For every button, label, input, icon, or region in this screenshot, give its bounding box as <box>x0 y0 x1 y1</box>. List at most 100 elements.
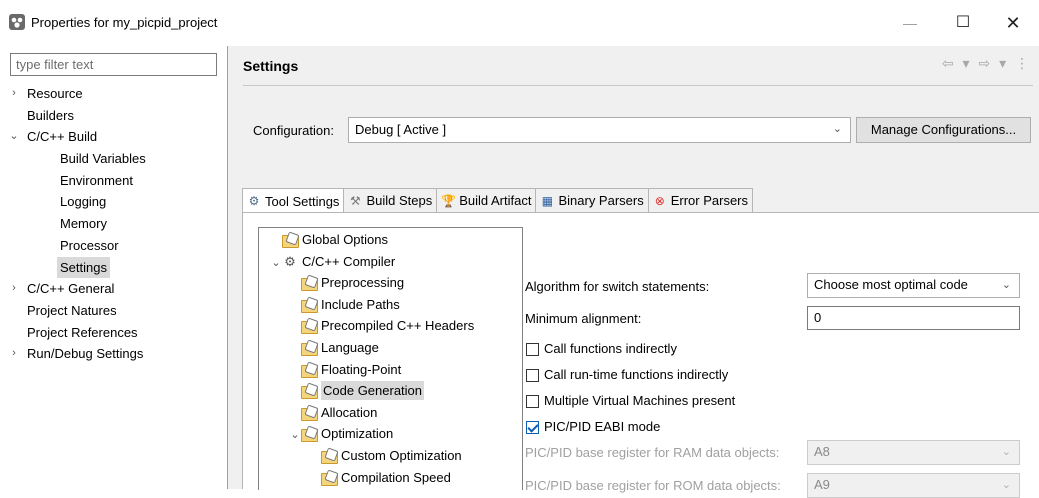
tool-tree-item[interactable]: Floating-Point <box>289 359 401 380</box>
checkbox[interactable] <box>526 395 539 408</box>
chevron-down-icon[interactable]: ⌄ <box>289 425 301 446</box>
minimum-alignment-field[interactable]: 0 <box>807 306 1020 330</box>
folder-icon <box>301 363 318 378</box>
tool-tree-label: Floating-Point <box>321 361 402 377</box>
tree-item-label: Environment <box>60 172 133 188</box>
tree-item[interactable]: › C/C++ General <box>0 278 227 300</box>
maximize-button[interactable]: ☐ <box>948 9 978 37</box>
error-icon: ⊗ <box>654 193 665 208</box>
tool-tree-item[interactable]: Precompiled C++ Headers <box>289 315 474 336</box>
chevron-right-icon[interactable]: › <box>8 278 20 299</box>
ram-register-value: A8 <box>814 444 830 459</box>
checkbox-label[interactable]: Call functions indirectly <box>544 341 677 356</box>
back-arrow-icon[interactable]: ⇦ <box>942 55 955 71</box>
tree-item[interactable]: Builders <box>0 105 227 127</box>
tool-tree-item[interactable]: Custom Optimization <box>309 445 462 466</box>
tree-item-label: Settings <box>57 256 110 278</box>
binary-icon: ▦ <box>541 193 554 208</box>
tree-item-label: Processor <box>60 237 119 253</box>
tree-item-label: Logging <box>60 194 107 210</box>
header-separator <box>243 85 1033 86</box>
filter-input[interactable] <box>10 53 217 76</box>
checkbox-label[interactable]: PIC/PID EABI mode <box>544 419 660 434</box>
tree-item[interactable]: Project References <box>0 322 227 344</box>
forward-arrow-icon[interactable]: ⇨ <box>978 55 991 71</box>
chevron-down-icon: ⌄ <box>1001 479 1011 491</box>
checkbox-label[interactable]: Multiple Virtual Machines present <box>544 393 735 408</box>
manage-configurations-button[interactable]: Manage Configurations... <box>856 117 1031 143</box>
tree-item[interactable]: Build Variables <box>0 148 227 170</box>
forward-dropdown-icon[interactable]: ▾ <box>999 55 1007 71</box>
tab-build-steps[interactable]: ⚒ Build Steps <box>343 188 438 212</box>
app-icon <box>9 14 25 30</box>
chevron-right-icon[interactable]: › <box>8 343 20 364</box>
tree-item-label: Run/Debug Settings <box>27 346 144 362</box>
checkbox[interactable] <box>526 369 539 382</box>
view-menu-icon[interactable]: ⋮ <box>1015 55 1030 71</box>
tool-tree-label: Language <box>321 340 379 355</box>
folder-icon <box>301 406 318 421</box>
switch-algorithm-select[interactable]: Choose most optimal code ⌄ <box>807 273 1020 298</box>
rom-register-select[interactable]: A9 ⌄ <box>807 473 1020 498</box>
tab-binary-parsers[interactable]: ▦ Binary Parsers <box>535 188 649 212</box>
tool-tree-label: Precompiled C++ Headers <box>321 318 475 334</box>
chevron-right-icon[interactable]: › <box>8 83 20 104</box>
checkbox-label[interactable]: Call run-time functions indirectly <box>544 367 728 382</box>
tool-tree-label: Global Options <box>302 232 388 247</box>
back-dropdown-icon[interactable]: ▾ <box>963 55 971 71</box>
tree-item[interactable]: Settings <box>0 256 227 279</box>
tree-item[interactable]: › Resource <box>0 83 227 105</box>
settings-header: Settings ⇦ ▾ ⇨ ▾ ⋮ <box>228 46 1039 84</box>
tab-label: Binary Parsers <box>558 193 644 208</box>
tool-tree-item[interactable]: Include Paths <box>289 294 400 315</box>
tool-tree-label: Optimization <box>321 426 394 442</box>
tool-tree-item[interactable]: ⌄ Optimization <box>289 423 393 444</box>
tool-tree-item[interactable]: Language <box>289 337 379 358</box>
tree-item-label: C/C++ Build <box>27 129 98 145</box>
tool-tree-item[interactable]: Allocation <box>289 402 377 423</box>
rom-register-label: PIC/PID base register for ROM data objec… <box>525 478 781 493</box>
tool-tree-item[interactable]: ⌄ ⚙ C/C++ Compiler <box>270 251 395 272</box>
chevron-down-icon: ⌄ <box>1001 446 1011 458</box>
tool-tree-label: Include Paths <box>321 296 400 312</box>
nav-icons: ⇦ ▾ ⇨ ▾ ⋮ <box>939 55 1030 72</box>
tool-tree-item[interactable]: Global Options <box>270 229 388 250</box>
tree-item-label: Resource <box>27 86 83 101</box>
property-tree: › Resource Builders ⌄ C/C++ Build Build Varia… <box>0 83 227 365</box>
tab-error-parsers[interactable]: ⊗ Error Parsers <box>647 188 754 212</box>
ram-register-select[interactable]: A8 ⌄ <box>807 440 1020 465</box>
tab-content: Global Options ⌄ ⚙ C/C++ Compiler Preprocess… <box>242 212 1039 498</box>
close-button[interactable]: ✕ <box>998 9 1028 37</box>
checkbox[interactable] <box>526 343 539 356</box>
tool-tree-label: Compilation Speed <box>341 469 451 485</box>
tab-label: Tool Settings <box>265 193 340 209</box>
configuration-select[interactable]: Debug [ Active ] ⌄ <box>348 117 851 143</box>
tool-tree-item[interactable]: Compilation Speed <box>309 467 451 488</box>
folder-icon <box>301 276 318 292</box>
tree-item[interactable]: Memory <box>0 213 227 235</box>
tree-item[interactable]: Logging <box>0 191 227 213</box>
chevron-down-icon[interactable]: ⌄ <box>270 253 282 274</box>
tree-item[interactable]: Environment <box>0 170 227 192</box>
tool-tree-item[interactable]: Preprocessing <box>289 272 404 293</box>
left-pane: › Resource Builders ⌄ C/C++ Build Build Varia… <box>0 46 227 489</box>
rom-register-value: A9 <box>814 477 830 492</box>
configuration-value: Debug [ Active ] <box>355 122 447 137</box>
gear-icon: ⚙ <box>248 194 260 208</box>
tab-tool-settings[interactable]: ⚙ Tool Settings <box>242 188 345 213</box>
tree-item[interactable]: › Run/Debug Settings <box>0 343 227 365</box>
tree-item[interactable]: ⌄ C/C++ Build <box>0 126 227 148</box>
folder-icon <box>321 449 338 464</box>
tab-build-artifact[interactable]: 🏆 Build Artifact <box>436 188 537 212</box>
tree-item-label: Memory <box>60 216 107 232</box>
folder-icon <box>301 319 318 335</box>
chevron-down-icon[interactable]: ⌄ <box>8 126 20 147</box>
tab-label: Build Steps <box>366 193 433 208</box>
folder-icon <box>301 341 318 356</box>
tree-item[interactable]: Processor <box>0 235 227 257</box>
tree-item[interactable]: Project Natures <box>0 300 227 322</box>
tree-item-label: Build Variables <box>60 151 146 167</box>
minimize-button[interactable]: — <box>895 9 925 37</box>
tool-tree-item[interactable]: Code Generation <box>289 380 425 401</box>
checkbox[interactable] <box>526 421 539 434</box>
